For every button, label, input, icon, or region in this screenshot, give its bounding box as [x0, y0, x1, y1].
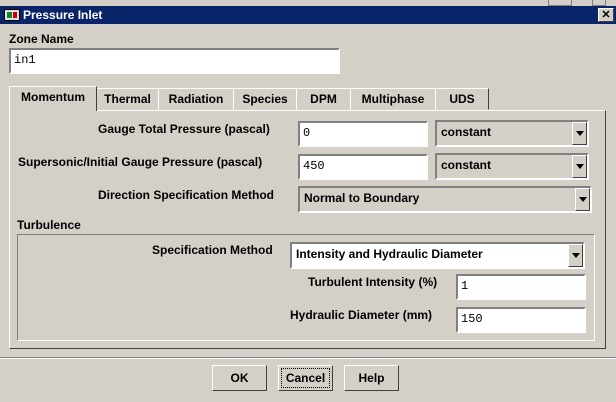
- turbulent-intensity-label: Turbulent Intensity (%): [308, 275, 438, 289]
- gauge-total-pressure-label: Gauge Total Pressure (pascal): [98, 122, 270, 136]
- direction-method-select[interactable]: Normal to Boundary: [298, 186, 592, 213]
- chevron-down-icon[interactable]: [568, 244, 583, 267]
- gauge-total-pressure-method-select[interactable]: constant: [435, 120, 589, 147]
- turbulence-group-label: Turbulence: [17, 218, 81, 232]
- gauge-total-pressure-field[interactable]: 0: [298, 121, 428, 147]
- chevron-down-icon[interactable]: [572, 122, 587, 145]
- fluent-app-icon: [4, 9, 20, 21]
- supersonic-pressure-method-select[interactable]: constant: [435, 153, 589, 180]
- help-button[interactable]: Help: [344, 365, 399, 391]
- tab-multiphase[interactable]: Multiphase: [350, 88, 436, 110]
- tab-thermal[interactable]: Thermal: [96, 88, 159, 110]
- window-title: Pressure Inlet: [23, 8, 103, 22]
- supersonic-pressure-method-value: constant: [441, 158, 492, 172]
- direction-method-label: Direction Specification Method: [98, 188, 275, 202]
- turbulence-spec-method-value: Intensity and Hydraulic Diameter: [296, 247, 483, 261]
- hydraulic-diameter-label: Hydraulic Diameter (mm): [290, 308, 433, 322]
- turbulent-intensity-field[interactable]: 1: [456, 274, 586, 300]
- hydraulic-diameter-field[interactable]: 150: [456, 307, 586, 333]
- turbulence-spec-method-label: Specification Method: [152, 243, 273, 257]
- zone-name-field[interactable]: in1: [9, 48, 340, 74]
- turbulence-spec-method-select[interactable]: Intensity and Hydraulic Diameter: [290, 242, 585, 269]
- title-bar: Pressure Inlet ✕: [0, 6, 616, 24]
- ok-button[interactable]: OK: [212, 365, 267, 391]
- tab-dpm[interactable]: DPM: [296, 88, 351, 110]
- close-icon[interactable]: ✕: [598, 8, 614, 22]
- pressure-inlet-dialog: Pressure Inlet ✕ Zone Name in1 Momentum …: [0, 0, 616, 402]
- tab-momentum[interactable]: Momentum: [9, 86, 97, 111]
- cancel-button[interactable]: Cancel: [278, 365, 333, 391]
- zone-name-label: Zone Name: [9, 32, 74, 46]
- tab-radiation[interactable]: Radiation: [158, 88, 234, 110]
- tab-uds[interactable]: UDS: [435, 88, 489, 110]
- chevron-down-icon[interactable]: [572, 155, 587, 178]
- gauge-total-pressure-method-value: constant: [441, 125, 492, 139]
- direction-method-value: Normal to Boundary: [304, 191, 420, 205]
- button-separator: [0, 357, 616, 359]
- chevron-down-icon[interactable]: [575, 188, 590, 211]
- supersonic-pressure-label: Supersonic/Initial Gauge Pressure (pasca…: [18, 155, 263, 169]
- tab-species[interactable]: Species: [233, 88, 297, 110]
- supersonic-pressure-field[interactable]: 450: [298, 154, 428, 180]
